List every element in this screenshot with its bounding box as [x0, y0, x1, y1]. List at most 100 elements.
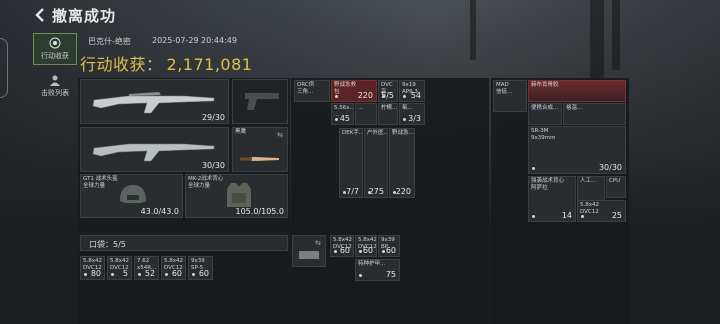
item-count: 3/3	[408, 114, 421, 123]
weapon-slot-primary[interactable]: 29/30	[80, 79, 229, 124]
stack-indicator-icon	[532, 167, 535, 170]
weapon-slot-secondary[interactable]: 30/30	[80, 127, 229, 172]
backpack-item[interactable]: ORC供 三角...	[294, 80, 330, 102]
safebox-item[interactable]: CPU	[606, 176, 626, 198]
backpack-item[interactable]: 野战急... 220	[389, 128, 415, 198]
timestamp: 2025-07-29 20:44:49	[152, 36, 237, 45]
item-label: 户外医...	[367, 130, 388, 136]
back-arrow-icon[interactable]	[34, 8, 46, 22]
armor-slot[interactable]: MK-2战术背心 全球力量 105.0/105.0	[185, 174, 288, 218]
page-title: 撤离成功	[52, 7, 117, 25]
backpack-item[interactable]: DVC 高... 5/5	[378, 80, 398, 102]
stack-indicator-icon	[165, 273, 168, 276]
pocket-item[interactable]: 9x39 SP-5 60	[188, 256, 213, 280]
person-icon	[50, 75, 60, 86]
stack-indicator-icon	[334, 250, 337, 253]
item-label: 氧...	[402, 105, 413, 111]
item-label: GT1 战术头盔 全球力量	[83, 176, 118, 189]
tab-label: 行动收获	[41, 52, 69, 60]
item-label: 格温...	[566, 105, 583, 111]
item-label: MK-2战术背心 全球力量	[188, 176, 224, 189]
pocket-item[interactable]: 7.62 x54R... 52	[134, 256, 159, 280]
backpack-item[interactable]: 5.8x42 DVC12 60	[330, 235, 354, 257]
safebox-item[interactable]: 便携合成...	[528, 103, 562, 125]
item-count: 220	[357, 91, 373, 100]
backpack-item[interactable]: 野战急救 包 220	[331, 80, 377, 102]
stack-indicator-icon	[343, 191, 346, 194]
safebox-item[interactable]: 5.8x42 DVC12 25	[577, 200, 626, 222]
backpack-item[interactable]: 9x39 BP 60	[378, 235, 400, 257]
item-label: 黑鹰	[235, 129, 247, 135]
loot-value-number: 2,171,081	[166, 55, 253, 74]
stack-indicator-icon	[138, 273, 141, 276]
backpack-item[interactable]: 特种护甲... 75	[355, 259, 400, 281]
safebox-item[interactable]: 强袭战术背心 阿萨拉 14	[528, 176, 576, 222]
backpack-item[interactable]: ...	[355, 103, 377, 125]
vest-icon	[227, 183, 251, 207]
tab-label: 击败列表	[41, 89, 69, 97]
backpack-slot[interactable]: ⇆	[292, 235, 326, 267]
item-label: MAD 信徒...	[496, 82, 513, 95]
loot-value-label: 行动收获：	[80, 55, 163, 74]
knife-icon	[240, 157, 279, 161]
tab-loot[interactable]: 行动收获	[33, 33, 77, 65]
stack-indicator-icon	[359, 274, 362, 277]
item-count: 275	[368, 187, 384, 196]
item-label: 便携合成...	[531, 105, 559, 111]
item-count: 7/7	[346, 187, 359, 196]
helmet-slot[interactable]: GT1 战术头盔 全球力量 43.0/43.0	[80, 174, 183, 218]
pocket-item[interactable]: 5.8x42 DVC12 60	[161, 256, 186, 280]
safebox-item[interactable]: 赫布肯骨胶	[528, 80, 626, 102]
magazine-icon	[299, 251, 319, 259]
safebox-item[interactable]: SR-3M 9x39mm 30/30	[528, 126, 626, 174]
swap-icon: ⇆	[315, 239, 321, 247]
tab-kills[interactable]: 击败列表	[33, 70, 77, 102]
target-icon	[49, 37, 61, 49]
backpack-item[interactable]: 氧... 3/3	[399, 103, 425, 125]
stack-indicator-icon	[532, 215, 535, 218]
pistol-icon	[245, 93, 279, 110]
stack-indicator-icon	[359, 250, 362, 253]
item-label: 野战急...	[392, 130, 414, 136]
pocket-item[interactable]: 5.8x42 DVC12 5	[107, 256, 132, 280]
item-label: 野战急救 包	[334, 82, 357, 95]
item-count: 220	[395, 187, 411, 196]
safebox-item[interactable]: 格温...	[563, 103, 626, 125]
pocket-item[interactable]: 5.8x42 DVC12 80	[80, 256, 105, 280]
item-label: CPU	[609, 178, 621, 184]
stack-indicator-icon	[84, 273, 87, 276]
item-label: DEK手...	[342, 130, 363, 136]
left-rail-handle[interactable]	[0, 38, 8, 98]
stack-indicator-icon	[403, 118, 406, 121]
item-count: 60	[198, 269, 209, 278]
ammo-count: 29/30	[201, 113, 225, 122]
ammo-count: 30/30	[201, 161, 225, 170]
backpack-item[interactable]: DEK手... 7/7	[339, 128, 363, 198]
stack-indicator-icon	[368, 191, 371, 194]
backpack-item[interactable]: 柠檬...	[378, 103, 398, 125]
stack-indicator-icon	[581, 215, 584, 218]
pocket-header: 口袋：5/5	[80, 235, 288, 251]
backpack-item[interactable]: 户外医... 275	[364, 128, 388, 198]
stack-indicator-icon	[192, 273, 195, 276]
rifle-icon	[92, 143, 215, 162]
safebox-item[interactable]: MAD 信徒...	[493, 80, 527, 112]
item-label: SR-3M 9x39mm	[531, 128, 556, 141]
backpack-item[interactable]: 9x19 AP6.3 54	[399, 80, 425, 102]
loot-value: 行动收获： 2,171,081	[80, 51, 252, 75]
melee-slot[interactable]: 黑鹰 ⇆	[232, 127, 288, 172]
pocket-count: 口袋：5/5	[89, 240, 126, 249]
item-label: ...	[358, 105, 364, 111]
backpack-item[interactable]: 5.8x42 DVC12 60	[355, 235, 377, 257]
weapon-slot-pistol[interactable]	[232, 79, 288, 124]
rifle-icon	[92, 92, 215, 114]
item-label: 人工...	[580, 178, 597, 184]
item-label: 柠檬...	[381, 105, 398, 111]
item-count: 60	[339, 246, 350, 255]
backpack-item[interactable]: 5.56x... ... 45	[331, 103, 354, 125]
item-label: 强袭战术背心 阿萨拉	[531, 178, 565, 191]
item-count: 60	[362, 246, 373, 255]
item-label: ORC供 三角...	[297, 82, 315, 95]
item-count: 25	[611, 211, 622, 220]
stack-indicator-icon	[382, 250, 385, 253]
